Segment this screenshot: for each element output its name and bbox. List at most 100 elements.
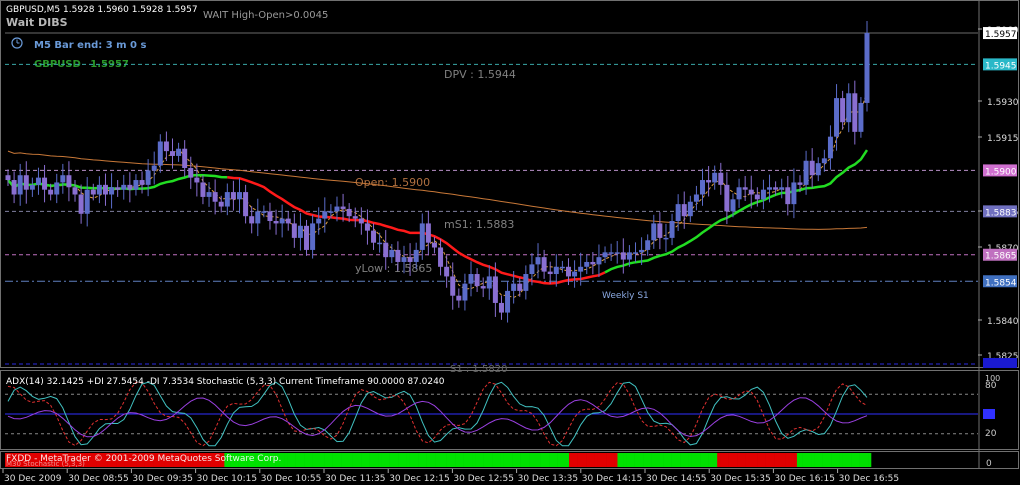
time-tick-label: 30 Dec 13:35 (518, 474, 579, 484)
strip-cell (452, 453, 456, 467)
candle-body (700, 180, 706, 195)
strip-cell (372, 453, 376, 467)
strip-cell (626, 453, 630, 467)
candle-body (249, 216, 255, 224)
candle-body (230, 192, 236, 200)
strip-cell (432, 453, 436, 467)
price-tag-text: 1.5854 (985, 278, 1017, 288)
strip-cell (714, 453, 718, 467)
candle-body (797, 182, 803, 185)
strip-cell (378, 453, 382, 467)
bar-end-timer: M5 Bar end: 3 m 0 s (34, 40, 146, 51)
candle-body (565, 266, 571, 277)
bottom-level-tag (983, 358, 1017, 368)
strip-cell (457, 453, 462, 467)
price-tag-text: 1.5900 (985, 167, 1017, 177)
candle-body (444, 266, 450, 277)
candle-body (639, 249, 645, 253)
strip-cell (298, 453, 302, 467)
strip-cell (814, 453, 818, 467)
strip-cell (782, 453, 786, 467)
strip-cell (688, 453, 692, 467)
candle-body (407, 257, 413, 262)
strip-cell (304, 453, 308, 467)
candle-body (523, 274, 529, 291)
strip-cell (597, 453, 601, 467)
candle-body (431, 242, 437, 248)
candle-body (182, 148, 188, 168)
time-tick-label: 30 Dec 16:55 (839, 474, 900, 484)
strip-cell (497, 453, 501, 467)
candle-body (547, 271, 553, 275)
strip-cell (668, 453, 672, 467)
candle-body (169, 151, 175, 156)
strip-zero-tick: 0 (986, 459, 992, 469)
candle-body (596, 257, 602, 265)
strip-cell (745, 453, 749, 467)
candle-body (176, 148, 182, 156)
time-tick-label: 30 Dec 12:55 (453, 474, 514, 484)
strip-cell (799, 453, 803, 467)
strip-cell (318, 453, 322, 467)
strip-cell (731, 453, 735, 467)
strip-cell (722, 453, 727, 467)
strip-cell (438, 453, 442, 467)
strip-cell (811, 453, 815, 467)
strip-cell (796, 453, 801, 467)
strip-cell (569, 453, 573, 467)
strip-cell (420, 453, 425, 467)
strip-cell (440, 453, 444, 467)
strip-cell (418, 453, 422, 467)
candle-body (346, 208, 352, 217)
strip-cell (791, 453, 795, 467)
strip-cell (588, 453, 593, 467)
candle-body (224, 192, 230, 207)
candle-body (572, 271, 578, 277)
dpv-label: DPV : 1.5944 (444, 68, 516, 81)
strip-cell (617, 453, 621, 467)
candle-body (791, 182, 797, 205)
candle-body (115, 187, 121, 190)
candle-body (425, 223, 431, 243)
strip-cell (614, 453, 618, 467)
candle-body (340, 206, 346, 209)
candle-body (858, 102, 864, 132)
candle-body (328, 211, 334, 213)
candle-body (748, 189, 754, 195)
strip-cell (671, 453, 675, 467)
candle-body (371, 230, 377, 243)
candle-body (468, 274, 474, 284)
strip-cell (737, 453, 741, 467)
strip-cell (381, 453, 385, 467)
strip-cell (486, 453, 490, 467)
price-tag-text: 1.5865 (985, 252, 1017, 262)
strip-cell (560, 453, 564, 467)
strip-cell (794, 453, 798, 467)
time-tick-label: 30 Dec 10:15 (197, 474, 258, 484)
strip-cell (557, 453, 561, 467)
strip-cell (400, 453, 405, 467)
wait-message: WAIT High-Open>0.0045 (203, 10, 328, 21)
candle-body (724, 184, 730, 212)
time-tick-label: 30 Dec 16:15 (774, 474, 835, 484)
candle-body (608, 252, 614, 254)
strip-cell (631, 453, 635, 467)
strip-cell (395, 453, 399, 467)
candle-body (645, 240, 651, 250)
strip-cell (694, 453, 698, 467)
strip-cell (435, 453, 439, 467)
time-tick-label: 30 Dec 10:55 (261, 474, 322, 484)
strip-cell (446, 453, 450, 467)
candle-body (389, 249, 395, 258)
strip-cell (512, 453, 516, 467)
strip-cell (776, 453, 781, 467)
ms1-label: mS1: 1.5883 (444, 218, 514, 231)
strip-cell (751, 453, 755, 467)
strip-cell (301, 453, 305, 467)
price-chart[interactable]: GBPUSD,M5 1.5928 1.5960 1.5928 1.5957 WA… (0, 0, 1020, 485)
candle-body (78, 194, 84, 214)
strip-cell (680, 453, 684, 467)
strip-cell (833, 453, 838, 467)
strip-cell (506, 453, 510, 467)
candle-body (66, 175, 72, 188)
